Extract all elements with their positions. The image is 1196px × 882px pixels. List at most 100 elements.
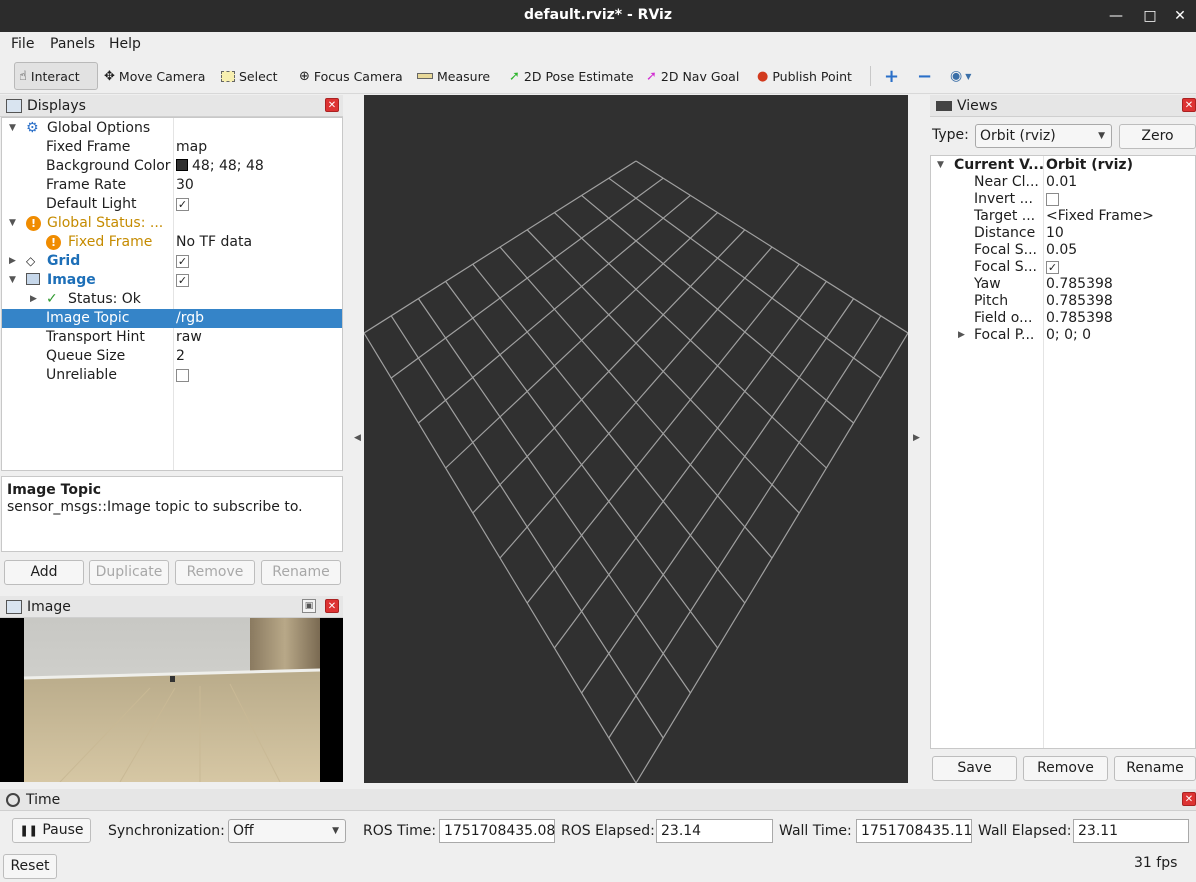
prop-value[interactable]: /rgb: [176, 309, 204, 328]
close-icon[interactable]: ✕: [1182, 792, 1196, 806]
eye-icon[interactable]: ◉ ▼: [946, 62, 975, 90]
sync-select[interactable]: Off ▼: [228, 819, 346, 843]
prop-label: Focal S...: [974, 242, 1037, 258]
pose-estimate-tool[interactable]: ➚ 2D Pose Estimate: [505, 62, 638, 90]
float-panel-icon[interactable]: ▣: [302, 599, 316, 613]
close-icon[interactable]: ✕: [325, 599, 339, 613]
add-button[interactable]: Add: [4, 560, 84, 585]
tree-row-global-options[interactable]: ▼ ⚙ Global Options: [2, 119, 342, 138]
collapse-left-arrow-icon[interactable]: ◀: [354, 433, 361, 443]
view-row-yaw[interactable]: Yaw 0.785398: [931, 276, 1195, 293]
tree-row-default-light[interactable]: Default Light ✓: [2, 195, 342, 214]
collapse-arrow-icon[interactable]: ▶: [9, 252, 16, 271]
tree-row-image[interactable]: ▼ Image ✓: [2, 271, 342, 290]
prop-value[interactable]: 0.785398: [1046, 276, 1113, 293]
prop-value[interactable]: 30: [176, 176, 194, 195]
prop-value[interactable]: map: [176, 138, 207, 157]
prop-label: Near Cl...: [974, 174, 1039, 190]
tree-row-background-color[interactable]: Background Color 48; 48; 48: [2, 157, 342, 176]
prop-value[interactable]: 0.05: [1046, 242, 1077, 259]
unreliable-checkbox[interactable]: [176, 368, 189, 382]
remove-tool-icon[interactable]: −: [913, 62, 936, 90]
tree-row-frame-rate[interactable]: Frame Rate 30: [2, 176, 342, 195]
duplicate-button[interactable]: Duplicate: [89, 560, 169, 585]
measure-tool[interactable]: Measure: [413, 62, 494, 90]
render-viewport[interactable]: [364, 95, 908, 783]
rename-display-button[interactable]: Rename: [261, 560, 341, 585]
add-tool-icon[interactable]: +: [880, 62, 903, 90]
view-row-focal-size[interactable]: Focal S... 0.05: [931, 242, 1195, 259]
menu-panels[interactable]: Panels: [50, 36, 95, 52]
pause-button[interactable]: ❚❚ Pause: [12, 818, 91, 843]
nav-goal-tool[interactable]: ➚ 2D Nav Goal: [642, 62, 743, 90]
tree-row-status-fixed-frame[interactable]: ! Fixed Frame No TF data: [2, 233, 342, 252]
remove-display-button[interactable]: Remove: [175, 560, 255, 585]
maximize-icon[interactable]: □: [1140, 6, 1160, 26]
view-type-select[interactable]: Orbit (rviz) ▼: [975, 124, 1112, 148]
view-row-pitch[interactable]: Pitch 0.785398: [931, 293, 1195, 310]
prop-value[interactable]: 0; 0; 0: [1046, 327, 1091, 344]
view-row-distance[interactable]: Distance 10: [931, 225, 1195, 242]
view-row-invert[interactable]: Invert ...: [931, 191, 1195, 208]
prop-label: Target ...: [974, 208, 1036, 224]
grid-line: [390, 315, 664, 739]
remove-view-button[interactable]: Remove: [1023, 756, 1108, 781]
expand-arrow-icon[interactable]: ▼: [937, 157, 944, 174]
prop-value[interactable]: 10: [1046, 225, 1064, 242]
expand-arrow-icon[interactable]: ▼: [9, 119, 16, 138]
tree-row-queue-size[interactable]: Queue Size 2: [2, 347, 342, 366]
tree-row-transport-hint[interactable]: Transport Hint raw: [2, 328, 342, 347]
expand-arrow-icon[interactable]: ▼: [9, 214, 16, 233]
close-icon[interactable]: ✕: [1182, 98, 1196, 112]
grid-label: Grid: [47, 253, 81, 269]
close-window-icon[interactable]: ✕: [1170, 6, 1190, 26]
invert-checkbox[interactable]: [1046, 192, 1059, 206]
prop-value[interactable]: 0.785398: [1046, 310, 1113, 327]
minimize-icon[interactable]: —: [1106, 6, 1126, 26]
collapse-arrow-icon[interactable]: ▶: [30, 290, 37, 309]
view-row-near-clip[interactable]: Near Cl... 0.01: [931, 174, 1195, 191]
collapse-arrow-icon[interactable]: ▶: [958, 327, 965, 344]
ros-time-field[interactable]: 1751708435.08: [439, 819, 555, 843]
collapse-right-arrow-icon[interactable]: ▶: [913, 433, 920, 443]
wall-time-field[interactable]: 1751708435.11: [856, 819, 972, 843]
tree-row-fixed-frame[interactable]: Fixed Frame map: [2, 138, 342, 157]
wall-elapsed-field[interactable]: 23.11: [1073, 819, 1189, 843]
menu-help[interactable]: Help: [109, 36, 141, 52]
expand-arrow-icon[interactable]: ▼: [9, 271, 16, 290]
prop-value[interactable]: 0.01: [1046, 174, 1077, 191]
rename-view-button[interactable]: Rename: [1114, 756, 1196, 781]
move-camera-tool[interactable]: ✥ Move Camera: [100, 62, 209, 90]
publish-point-tool[interactable]: ● Publish Point: [753, 62, 856, 90]
grid-checkbox[interactable]: ✓: [176, 254, 189, 268]
save-view-button[interactable]: Save: [932, 756, 1017, 781]
close-icon[interactable]: ✕: [325, 98, 339, 112]
focus-camera-tool[interactable]: ⊕ Focus Camera: [295, 62, 407, 90]
default-light-checkbox[interactable]: ✓: [176, 197, 189, 211]
grid-line: [364, 332, 637, 783]
focal-shape-checkbox[interactable]: ✓: [1046, 260, 1059, 274]
interact-tool[interactable]: ☝ Interact: [14, 62, 98, 90]
reset-button[interactable]: Reset: [3, 854, 57, 879]
prop-value[interactable]: 2: [176, 347, 185, 366]
tree-row-image-topic[interactable]: Image Topic /rgb: [2, 309, 342, 328]
view-row-focal-shape[interactable]: Focal S... ✓: [931, 259, 1195, 276]
prop-value[interactable]: 0.785398: [1046, 293, 1113, 310]
prop-value[interactable]: raw: [176, 328, 202, 347]
zero-button[interactable]: Zero: [1119, 124, 1196, 149]
menu-file[interactable]: File: [11, 36, 34, 52]
tree-row-global-status[interactable]: ▼ ! Global Status: ...: [2, 214, 342, 233]
select-tool[interactable]: Select: [217, 62, 282, 90]
move-icon: ✥: [104, 68, 115, 84]
tree-row-grid[interactable]: ▶ ◇ Grid ✓: [2, 252, 342, 271]
tree-row-status-ok[interactable]: ▶ ✓ Status: Ok: [2, 290, 342, 309]
prop-value[interactable]: 48; 48; 48: [176, 157, 264, 176]
view-row-focal-point[interactable]: ▶ Focal P... 0; 0; 0: [931, 327, 1195, 344]
view-row-field-of-view[interactable]: Field o... 0.785398: [931, 310, 1195, 327]
image-checkbox[interactable]: ✓: [176, 273, 189, 287]
tree-row-unreliable[interactable]: Unreliable: [2, 366, 342, 385]
ros-elapsed-field[interactable]: 23.14: [656, 819, 773, 843]
view-row-current[interactable]: ▼ Current V... Orbit (rviz): [931, 157, 1195, 174]
view-row-target[interactable]: Target ... <Fixed Frame>: [931, 208, 1195, 225]
prop-value[interactable]: <Fixed Frame>: [1046, 208, 1154, 225]
